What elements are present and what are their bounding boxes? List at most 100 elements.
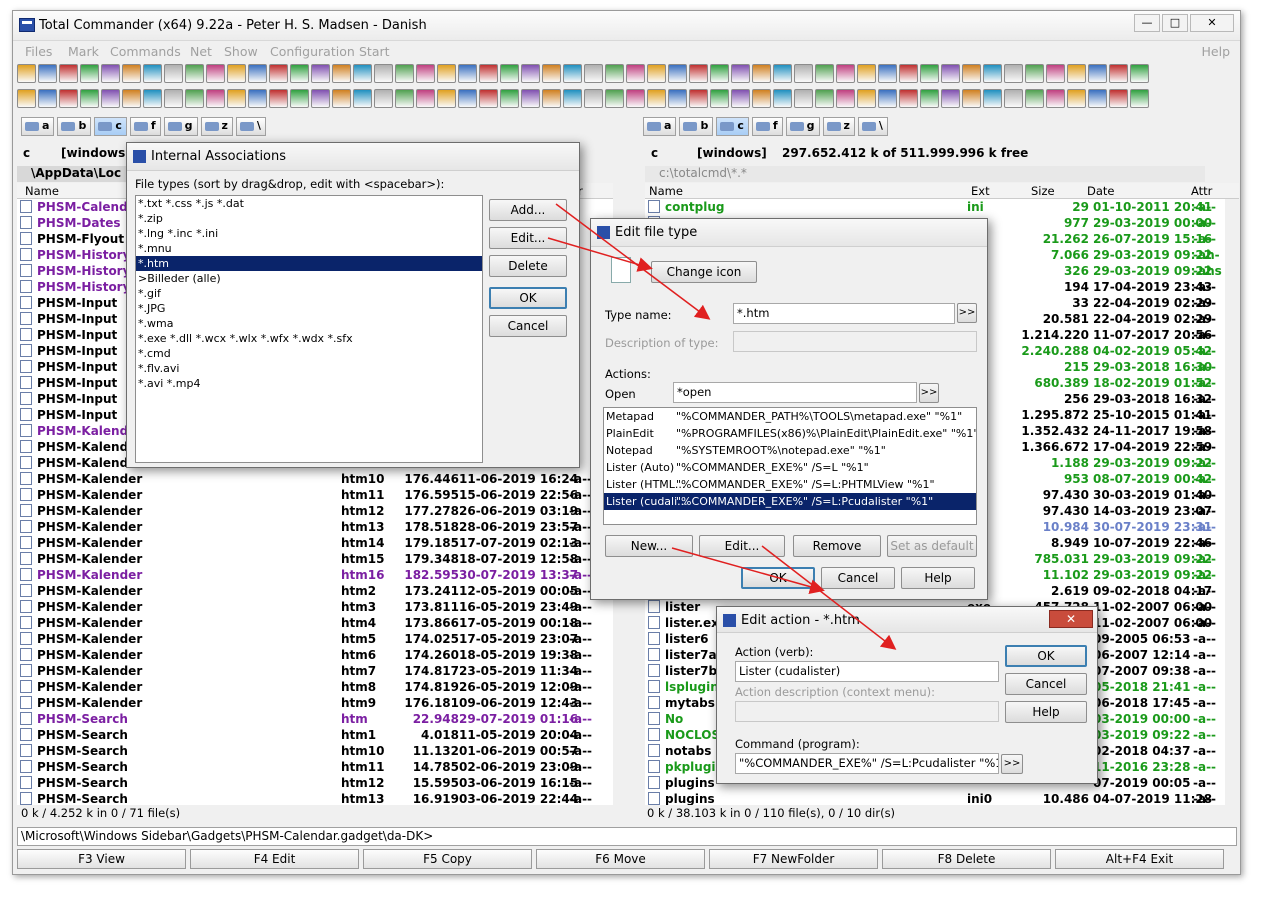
toolbar-button-icon[interactable] [941, 64, 960, 83]
toolbar-button-icon[interactable] [353, 64, 372, 83]
toolbar-button-icon[interactable] [1067, 89, 1086, 108]
right-col-size[interactable]: Size [1031, 184, 1055, 198]
file-type-item[interactable]: *.exe *.dll *.wcx *.wlx *.wfx *.wdx *.sf… [136, 331, 482, 346]
toolbar-button-icon[interactable] [920, 64, 939, 83]
toolbar-button-icon[interactable] [80, 64, 99, 83]
file-row[interactable]: PHSM-Kalender htm10 176.446 11-06-2019 16:2… [17, 471, 613, 487]
file-row[interactable]: PHSM-Kalender htm13 178.518 28-06-2019 23:5… [17, 519, 613, 535]
toolbar-button-icon[interactable] [899, 89, 918, 108]
action-description-input[interactable] [735, 701, 999, 722]
toolbar-button-icon[interactable] [101, 89, 120, 108]
toolbar-button-icon[interactable] [185, 64, 204, 83]
toolbar-button-icon[interactable] [626, 64, 645, 83]
toolbar-button-icon[interactable] [710, 89, 729, 108]
edit-type-cancel-button[interactable]: Cancel [821, 567, 895, 589]
file-type-item[interactable]: *.avi *.mp4 [136, 376, 482, 391]
action-item[interactable]: Lister (HTML... "%COMMANDER_EXE%" /S=L:PH… [604, 476, 976, 493]
f7-newfolder-button[interactable]: F7 NewFolder [709, 849, 878, 869]
file-row[interactable]: PHSM-Search htm13 16.919 03-06-2019 22:44 -a… [17, 791, 613, 805]
toolbar-button-icon[interactable] [899, 64, 918, 83]
toolbar-button-icon[interactable] [437, 64, 456, 83]
file-type-item[interactable]: *.gif [136, 286, 482, 301]
toolbar-button-icon[interactable] [836, 64, 855, 83]
right-col-ext[interactable]: Ext [971, 184, 990, 198]
toolbar-button-icon[interactable] [164, 64, 183, 83]
toolbar-button-icon[interactable] [1004, 64, 1023, 83]
toolbar-button-icon[interactable] [227, 89, 246, 108]
left-drive-f-button[interactable]: f [129, 117, 161, 136]
toolbar-button-icon[interactable] [206, 64, 225, 83]
toolbar-button-icon[interactable] [752, 89, 771, 108]
toolbar-button-icon[interactable] [416, 89, 435, 108]
action-item[interactable]: Metapad "%COMMANDER_PATH%\TOOLS\metapad.e… [604, 408, 976, 425]
toolbar-button-icon[interactable] [668, 64, 687, 83]
right-col-date[interactable]: Date [1087, 184, 1115, 198]
toolbar-button-icon[interactable] [542, 64, 561, 83]
toolbar-button-icon[interactable] [1046, 89, 1065, 108]
action-item[interactable]: PlainEdit "%PROGRAMFILES(x86)%\PlainEdit\… [604, 425, 976, 442]
file-type-item[interactable]: *.zip [136, 211, 482, 226]
toolbar-button-icon[interactable] [59, 64, 78, 83]
f6-move-button[interactable]: F6 Move [536, 849, 705, 869]
toolbar-button-icon[interactable] [437, 89, 456, 108]
left-col-name[interactable]: Name [25, 184, 59, 198]
toolbar-button-icon[interactable] [17, 89, 36, 108]
toolbar-button-icon[interactable] [563, 64, 582, 83]
file-row[interactable]: plugins ini0 10.486 04-07-2019 11:28 -a-- [645, 791, 1225, 805]
toolbar-button-icon[interactable] [857, 64, 876, 83]
toolbar-button-icon[interactable] [269, 64, 288, 83]
toolbar-button-icon[interactable] [38, 64, 57, 83]
toolbar-button-icon[interactable] [311, 64, 330, 83]
file-row[interactable]: PHSM-Search htm12 15.595 03-06-2019 16:15 -a… [17, 775, 613, 791]
toolbar-button-icon[interactable] [479, 89, 498, 108]
toolbar-button-icon[interactable] [458, 89, 477, 108]
right-drive-select[interactable]: c [651, 146, 658, 160]
toolbar-button-icon[interactable] [542, 89, 561, 108]
maximize-button[interactable]: □ [1162, 14, 1188, 32]
toolbar-button-icon[interactable] [374, 89, 393, 108]
toolbar-button-icon[interactable] [563, 89, 582, 108]
command-input[interactable]: "%COMMANDER_EXE%" /S=L:Pcudalister "%1" [735, 753, 999, 774]
menu-commands[interactable]: Commands [110, 44, 181, 59]
right-col-attr[interactable]: Attr [1191, 184, 1212, 198]
toolbar-button-icon[interactable] [143, 64, 162, 83]
toolbar-button-icon[interactable] [605, 89, 624, 108]
toolbar-button-icon[interactable] [248, 64, 267, 83]
toolbar-button-icon[interactable] [962, 89, 981, 108]
toolbar-button-icon[interactable] [941, 89, 960, 108]
toolbar-button-icon[interactable] [101, 64, 120, 83]
file-type-item[interactable]: *.flv.avi [136, 361, 482, 376]
type-name-more-button[interactable]: >> [957, 303, 977, 323]
toolbar-button-icon[interactable] [626, 89, 645, 108]
toolbar-button-icon[interactable] [794, 89, 813, 108]
toolbar-button-icon[interactable] [983, 89, 1002, 108]
toolbar-button-icon[interactable] [1025, 64, 1044, 83]
new-action-button[interactable]: New... [605, 535, 693, 557]
toolbar-button-icon[interactable] [122, 64, 141, 83]
toolbar-button-icon[interactable] [584, 89, 603, 108]
toolbar-button-icon[interactable] [584, 64, 603, 83]
toolbar-button-icon[interactable] [500, 64, 519, 83]
file-row[interactable]: PHSM-Kalender htm4 173.866 17-05-2019 00:18… [17, 615, 613, 631]
left-drive-b-button[interactable]: b [57, 117, 92, 136]
file-row[interactable]: PHSM-Kalender htm16 182.595 30-07-2019 13:3… [17, 567, 613, 583]
toolbar-button-icon[interactable] [458, 64, 477, 83]
file-type-item[interactable]: *.wma [136, 316, 482, 331]
assoc-edit-button[interactable]: Edit... [489, 227, 567, 249]
menu-help[interactable]: Help [1202, 44, 1231, 59]
file-row[interactable]: PHSM-Search htm11 14.785 02-06-2019 23:09 -a… [17, 759, 613, 775]
toolbar-button-icon[interactable] [479, 64, 498, 83]
toolbar-button-icon[interactable] [332, 64, 351, 83]
toolbar-button-icon[interactable] [857, 89, 876, 108]
file-row[interactable]: PHSM-Kalender htm15 179.348 18-07-2019 12:5… [17, 551, 613, 567]
toolbar-button-icon[interactable] [206, 89, 225, 108]
toolbar-button-icon[interactable] [605, 64, 624, 83]
toolbar-button-icon[interactable] [836, 89, 855, 108]
edit-action-help-button[interactable]: Help [1005, 701, 1087, 723]
toolbar-button-icon[interactable] [416, 64, 435, 83]
toolbar-button-icon[interactable] [1088, 89, 1107, 108]
toolbar-button-icon[interactable] [185, 89, 204, 108]
file-type-item[interactable]: *.mnu [136, 241, 482, 256]
right-drive-f-button[interactable]: f [751, 117, 783, 136]
menu-files[interactable]: Files [25, 44, 52, 59]
